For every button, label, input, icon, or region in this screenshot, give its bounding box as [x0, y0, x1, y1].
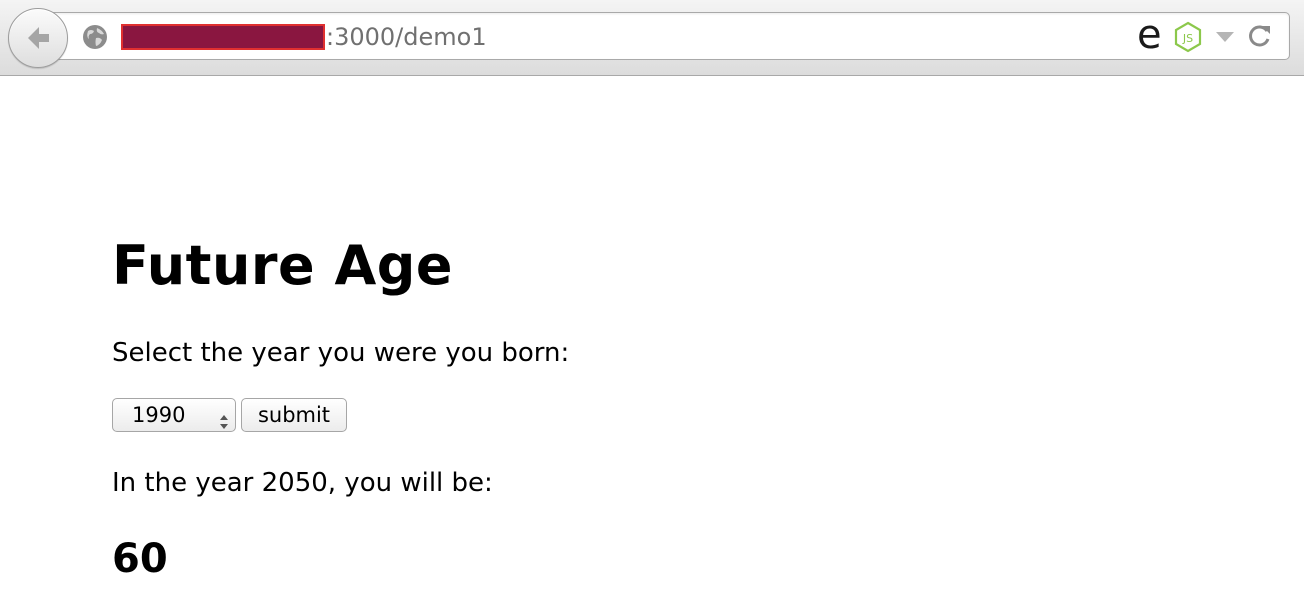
globe-icon: [82, 24, 108, 54]
browser-toolbar: :3000/demo1 e JS: [0, 0, 1304, 76]
redacted-host: [121, 24, 325, 50]
submit-button[interactable]: submit: [241, 398, 347, 432]
nodejs-icon[interactable]: JS: [1173, 21, 1203, 69]
dropdown-triangle-icon[interactable]: [1214, 29, 1236, 77]
address-bar[interactable]: :3000/demo1 e JS: [40, 12, 1290, 60]
birth-year-select[interactable]: 1990: [112, 398, 236, 432]
birth-year-selected-value: 1990: [132, 403, 186, 427]
result-label: In the year 2050, you will be:: [112, 468, 493, 498]
back-arrow-icon: [28, 27, 49, 49]
back-button[interactable]: [8, 8, 68, 68]
svg-text:JS: JS: [1182, 32, 1193, 45]
future-age-value: 60: [112, 536, 168, 582]
birth-year-prompt: Select the year you were you born:: [112, 338, 570, 368]
url-text[interactable]: :3000/demo1: [326, 23, 487, 51]
select-arrows-icon: [219, 407, 229, 439]
e-extension-icon[interactable]: e: [1137, 15, 1162, 63]
reload-icon[interactable]: [1247, 23, 1273, 71]
page-title: Future Age: [112, 234, 454, 297]
